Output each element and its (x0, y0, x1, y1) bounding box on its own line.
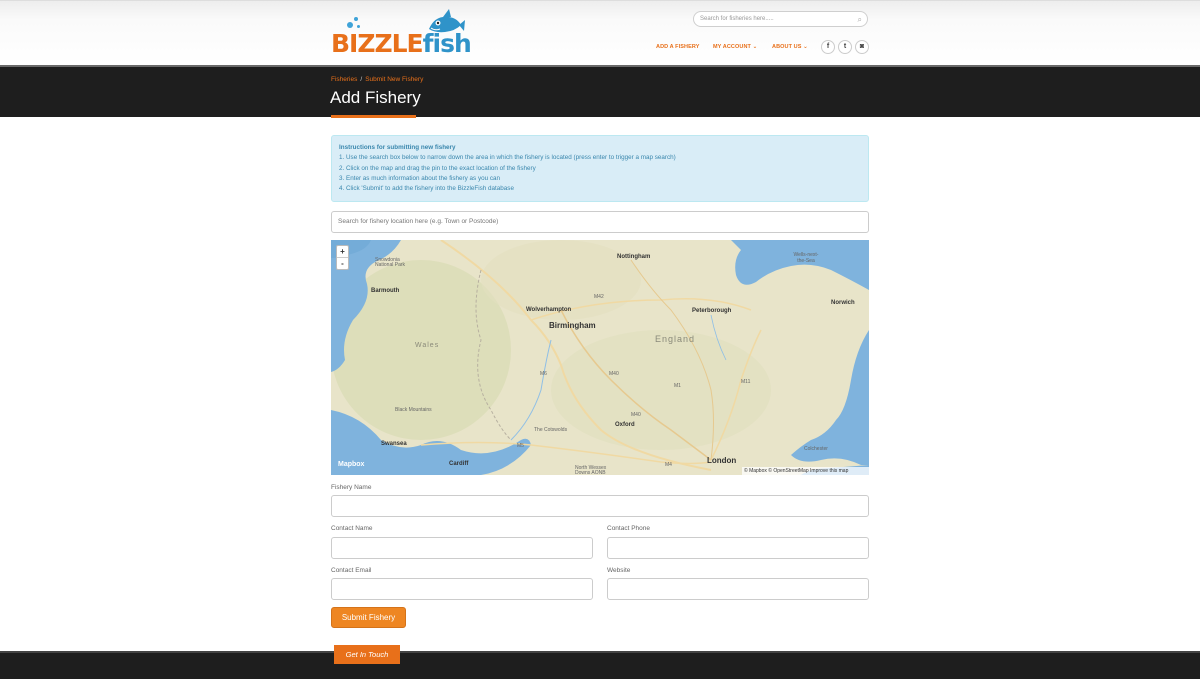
map-label-london: London (707, 456, 737, 465)
map-tiles (331, 240, 869, 475)
contact-name-label: Contact Name (331, 525, 373, 532)
twitter-icon[interactable]: t (838, 40, 852, 54)
instruction-step: 2. Click on the map and drag the pin to … (339, 164, 536, 172)
submit-fishery-button[interactable]: Submit Fishery (331, 607, 406, 628)
map-road-m40b: M40 (631, 412, 641, 418)
map-label-colchester: Colchester (804, 446, 828, 452)
fishery-name-label: Fishery Name (331, 484, 372, 491)
nav-about-us[interactable]: ABOUT US ⌄ (772, 44, 808, 50)
map-zoom-control: + - (336, 245, 349, 270)
magnifier-icon[interactable]: ⌕ (858, 15, 862, 25)
instructions-heading: Instructions for submitting new fishery (339, 144, 456, 151)
instruction-step: 4. Click 'Submit' to add the fishery int… (339, 185, 514, 193)
website-field[interactable] (607, 578, 869, 600)
map-label-oxford: Oxford (615, 422, 635, 428)
top-header (0, 0, 1200, 64)
site-search-input[interactable]: Search for fisheries here..... ⌕ (693, 11, 868, 27)
map-label-north-wessex: North Wessex Downs AONB (575, 465, 607, 476)
map-label-swansea: Swansea (381, 441, 407, 447)
map-label-norwich: Norwich (831, 300, 855, 306)
map-label-black-mountains: Black Mountains (395, 407, 432, 413)
site-search-placeholder: Search for fisheries here..... (700, 16, 774, 22)
map-label-wells: Wells-next-the-Sea (793, 252, 819, 264)
logo-wordmark: BIZZLEfish (331, 29, 472, 58)
website-label: Website (607, 567, 631, 574)
fishery-name-field[interactable] (331, 495, 869, 517)
bubble-icon (357, 25, 360, 28)
instruction-step: 3. Enter as much information about the f… (339, 174, 501, 182)
map-road-m42: M42 (594, 294, 604, 300)
map-attribution[interactable]: © Mapbox © OpenStreetMap Improve this ma… (742, 467, 869, 475)
location-search-placeholder: Search for fishery location here (e.g. T… (338, 218, 499, 225)
breadcrumb-current[interactable]: Submit New Fishery (365, 76, 423, 83)
nav-add-fishery[interactable]: ADD A FISHERY (656, 44, 699, 50)
bubble-icon (347, 22, 353, 28)
map-label-birmingham: Birmingham (549, 321, 596, 330)
facebook-icon[interactable]: f (821, 40, 835, 54)
map-label-cotswolds: The Cotswolds (534, 427, 568, 433)
contact-email-field[interactable] (331, 578, 593, 600)
footer (0, 651, 1200, 679)
contact-phone-label: Contact Phone (607, 525, 651, 532)
map-label-england: England (655, 334, 696, 344)
map-label-peterborough: Peterborough (692, 308, 732, 314)
map[interactable]: Nottingham Wells-next-the-Sea Norwich Wo… (331, 240, 869, 475)
map-label-wolverhampton: Wolverhampton (526, 307, 572, 313)
bizzlefish-logo[interactable]: BIZZLEfish (331, 9, 472, 57)
map-road-m5: M5 (517, 443, 524, 449)
map-road-m6: M6 (540, 371, 547, 377)
map-label-wales: Wales (415, 342, 440, 349)
contact-name-field[interactable] (331, 537, 593, 559)
mapbox-logo[interactable]: Mapbox (338, 461, 364, 468)
location-search-input[interactable]: Search for fishery location here (e.g. T… (331, 211, 869, 233)
page-title: Add Fishery (330, 88, 421, 107)
breadcrumb: Fisheries / Submit New Fishery (331, 76, 423, 83)
map-road-m1: M1 (674, 383, 681, 389)
breadcrumb-fisheries[interactable]: Fisheries (331, 76, 357, 83)
instructions-box: Instructions for submitting new fishery … (331, 135, 869, 202)
nav-my-account[interactable]: MY ACCOUNT ⌄ (713, 44, 757, 50)
map-road-m4: M4 (665, 462, 672, 468)
title-band (0, 65, 1200, 117)
contact-phone-field[interactable] (607, 537, 869, 559)
title-underline (331, 115, 416, 118)
zoom-in-button[interactable]: + (337, 246, 348, 258)
instruction-step: 1. Use the search box below to narrow do… (339, 154, 676, 162)
map-label-barmouth: Barmouth (371, 288, 400, 294)
map-label-snowdonia: Snowdonia National Park (375, 257, 406, 268)
contact-email-label: Contact Email (331, 567, 372, 574)
map-label-nottingham: Nottingham (617, 254, 651, 260)
map-road-m40: M40 (609, 371, 619, 377)
bubble-icon (354, 17, 358, 21)
zoom-out-button[interactable]: - (337, 258, 348, 270)
instagram-icon[interactable]: ◙ (855, 40, 869, 54)
map-road-m11: M11 (741, 379, 751, 385)
get-in-touch-tab[interactable]: Get In Touch (334, 645, 400, 664)
map-label-cardiff: Cardiff (449, 461, 469, 467)
breadcrumb-separator: / (360, 76, 363, 83)
